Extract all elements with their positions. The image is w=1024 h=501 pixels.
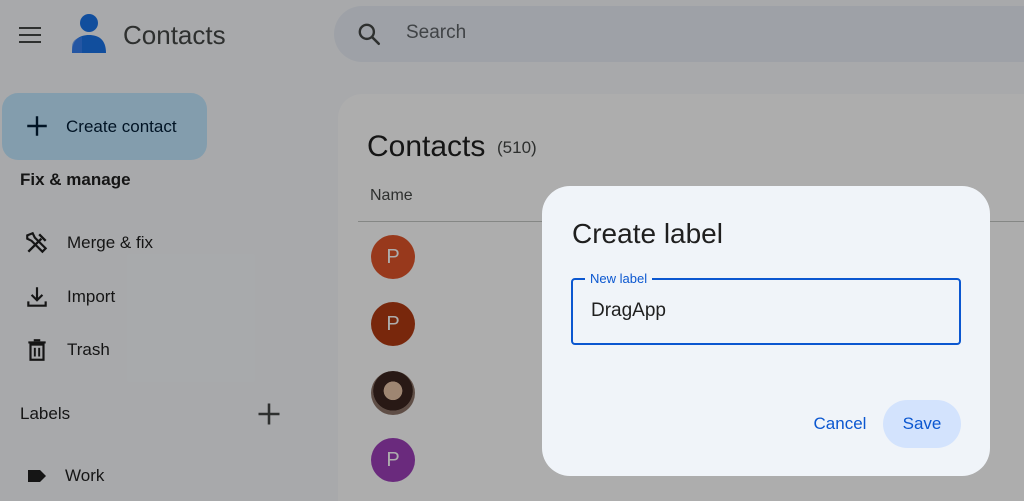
cancel-button[interactable]: Cancel [790, 400, 890, 448]
save-button[interactable]: Save [883, 400, 961, 448]
new-label-field-label: New label [585, 271, 653, 286]
new-label-input[interactable] [591, 300, 941, 322]
create-label-dialog: Create label New label Cancel Save [542, 186, 990, 476]
new-label-field[interactable]: New label [571, 271, 961, 345]
dialog-title: Create label [572, 218, 723, 249]
contacts-app: Contacts Create contact Fix & manage Mer… [0, 0, 1024, 501]
